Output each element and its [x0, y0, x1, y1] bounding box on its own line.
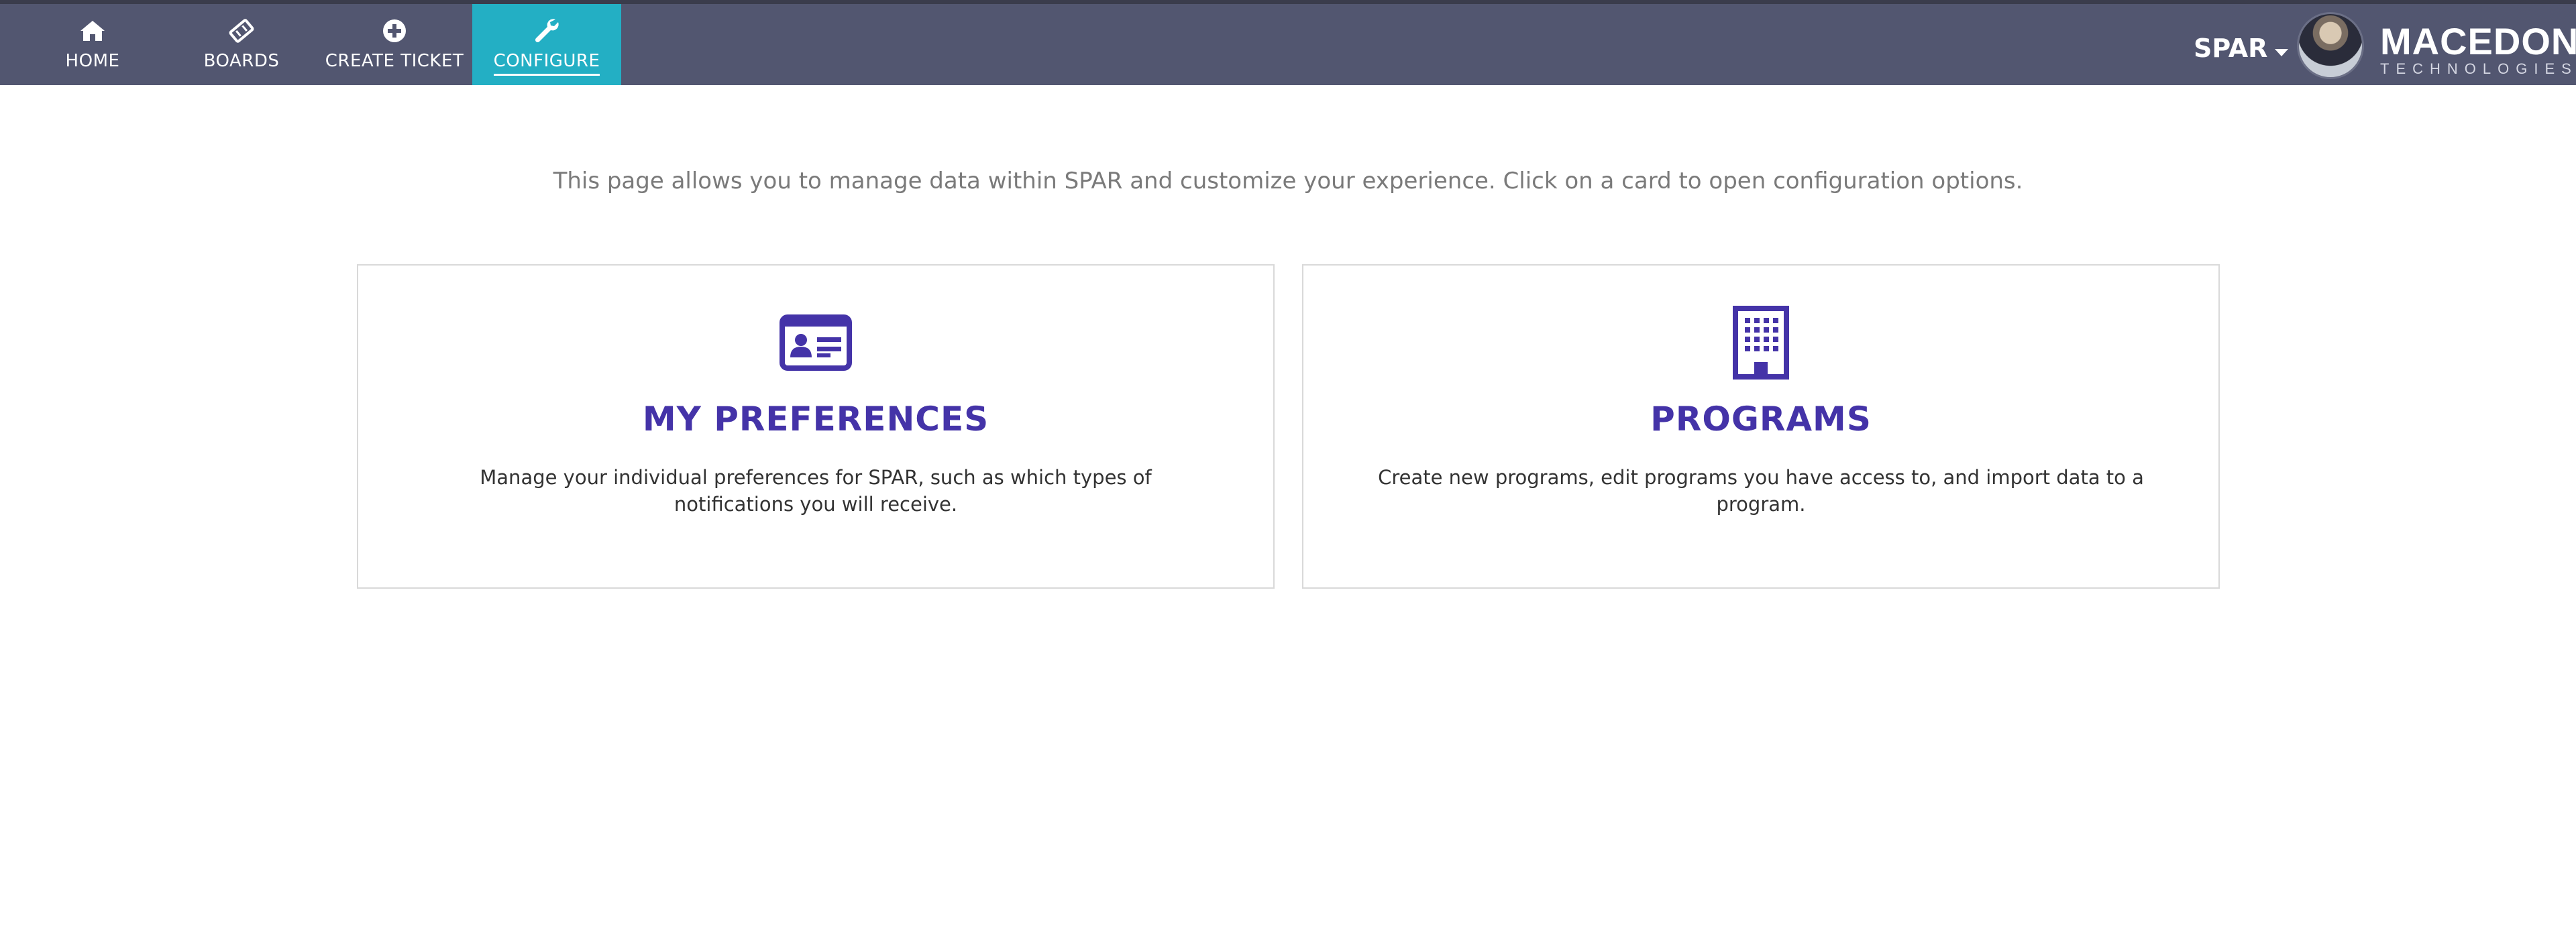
card-my-preferences[interactable]: MY PREFERENCES Manage your individual pr…: [357, 264, 1275, 589]
nav-home[interactable]: HOME: [25, 4, 160, 85]
card-programs[interactable]: PROGRAMS Create new programs, edit progr…: [1302, 264, 2220, 589]
caret-down-icon: [2274, 34, 2289, 63]
nav-boards[interactable]: BOARDS: [174, 4, 309, 85]
nav-create-ticket[interactable]: CREATE TICKET: [322, 4, 467, 85]
nav-home-label: HOME: [65, 51, 120, 71]
brand-name: MACEDON: [2380, 20, 2576, 62]
top-nav-bar: HOME BOARDS CREATE TICKET CONFIGURE SPAR…: [0, 0, 2576, 85]
home-icon: [79, 17, 106, 44]
nav-configure-label: CONFIGURE: [493, 51, 600, 76]
nav-boards-label: BOARDS: [203, 51, 280, 71]
card-title: PROGRAMS: [1650, 400, 1872, 439]
building-icon: [1303, 306, 2218, 380]
plus-circle-icon: [382, 17, 407, 44]
nav-configure[interactable]: CONFIGURE: [472, 4, 621, 85]
page-intro-text: This page allows you to manage data with…: [553, 168, 2023, 194]
wrench-icon: [533, 17, 561, 44]
nav-create-ticket-label: CREATE TICKET: [325, 51, 464, 71]
app-switcher-dropdown[interactable]: SPAR: [2194, 28, 2289, 68]
card-title: MY PREFERENCES: [642, 400, 989, 439]
app-switcher-label: SPAR: [2194, 34, 2268, 63]
card-description: Create new programs, edit programs you h…: [1378, 466, 2144, 516]
id-card-icon: [358, 306, 1273, 380]
user-avatar[interactable]: [2297, 12, 2364, 79]
card-description: Manage your individual preferences for S…: [480, 466, 1152, 516]
ticket-icon: [228, 17, 255, 44]
brand-subtitle: TECHNOLOGIES: [2380, 60, 2576, 77]
company-logo: MACEDON TECHNOLOGIES: [2380, 20, 2576, 78]
